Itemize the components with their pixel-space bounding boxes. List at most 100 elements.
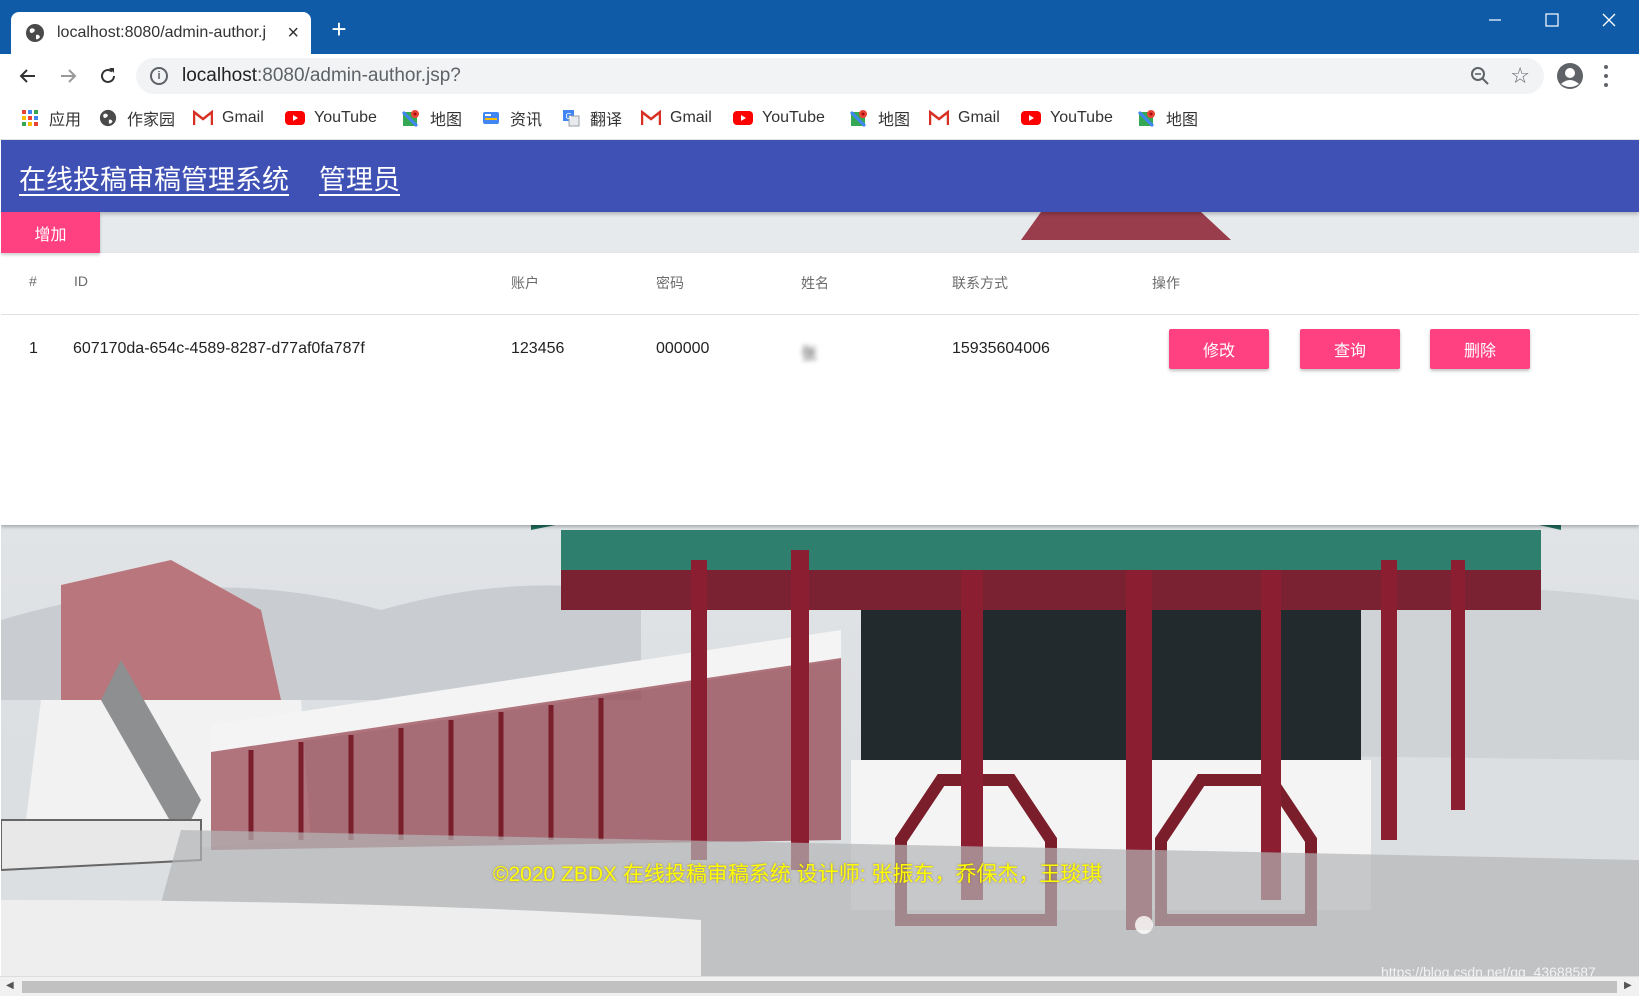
bookmark-apps[interactable]: 应用	[20, 98, 81, 138]
bookmark-maps[interactable]: 地图	[1137, 98, 1198, 138]
delete-button[interactable]: 删除	[1430, 329, 1530, 369]
browser-tab[interactable]: localhost:8080/admin-author.j ×	[11, 12, 311, 54]
app-header: 在线投稿审稿管理系统 管理员	[1, 140, 1639, 212]
translate-icon: G	[561, 108, 581, 128]
browser-titlebar: localhost:8080/admin-author.j × +	[0, 0, 1639, 54]
bookmark-news[interactable]: 资讯	[481, 98, 542, 138]
bookmark-label: 地图	[878, 112, 911, 129]
youtube-icon	[285, 108, 305, 128]
bookmark-label: 地图	[1166, 112, 1199, 129]
maximize-button[interactable]	[1524, 0, 1580, 40]
bookmark-label: 应用	[49, 112, 82, 129]
url-path: :8080/admin-author.jsp?	[257, 65, 461, 86]
close-window-button[interactable]	[1581, 0, 1637, 40]
close-icon	[1602, 13, 1616, 27]
page-viewport: 在线投稿审稿管理系统 管理员 增加 # ID 账户 密码 姓名 联系方式 操作 …	[1, 140, 1639, 976]
maximize-icon	[1545, 13, 1559, 27]
column-header-actions: 操作	[1152, 275, 1180, 291]
scrollbar-thumb[interactable]	[22, 981, 1617, 993]
news-icon	[481, 108, 501, 128]
column-header-contact: 联系方式	[952, 275, 1008, 291]
table-row: 1 607170da-654c-4589-8287-d77af0fa787f 1…	[1, 316, 1639, 382]
bookmark-label: YouTube	[762, 109, 825, 126]
cell-account: 123456	[511, 340, 565, 357]
gmail-icon	[929, 108, 949, 128]
zoom-icon[interactable]	[1470, 66, 1490, 86]
cell-name-redacted: 张	[801, 340, 849, 364]
bookmark-label: Gmail	[222, 109, 264, 126]
globe-icon	[98, 108, 118, 128]
forward-button[interactable]	[52, 60, 84, 92]
column-header-password: 密码	[656, 275, 684, 291]
maps-icon	[401, 108, 421, 128]
carousel-indicator-dot[interactable]	[1135, 916, 1153, 934]
bookmark-youtube[interactable]: YouTube	[285, 98, 377, 138]
bookmark-youtube[interactable]: YouTube	[733, 98, 825, 138]
system-title-link[interactable]: 在线投稿审稿管理系统	[19, 158, 289, 197]
back-button[interactable]	[12, 60, 44, 92]
apps-grid-icon	[20, 108, 40, 128]
bookmark-label: Gmail	[958, 109, 1000, 126]
cell-index: 1	[29, 340, 38, 357]
back-arrow-icon	[19, 69, 35, 83]
browser-menu-icon[interactable]	[1600, 63, 1612, 89]
bookmark-gmail[interactable]: Gmail	[193, 98, 264, 138]
scroll-left-arrow-icon[interactable]: ◀	[6, 980, 14, 991]
reload-button[interactable]	[92, 60, 124, 92]
profile-avatar-icon[interactable]	[1556, 62, 1584, 90]
bookmark-label: Gmail	[670, 109, 712, 126]
horizontal-scrollbar[interactable]: ◀ ▶	[0, 976, 1639, 996]
bookmark-gmail[interactable]: Gmail	[929, 98, 1000, 138]
tab-title: localhost:8080/admin-author.j	[57, 24, 267, 41]
tab-close-icon[interactable]: ×	[287, 23, 299, 43]
edit-button[interactable]: 修改	[1169, 329, 1269, 369]
url-text: localhost:8080/admin-author.jsp?	[182, 65, 461, 87]
column-header-id: ID	[74, 273, 88, 289]
bookmark-youtube[interactable]: YouTube	[1021, 98, 1113, 138]
cell-password: 000000	[656, 340, 710, 357]
bookmark-zuojiayuan[interactable]: 作家园	[98, 98, 175, 138]
gmail-icon	[641, 108, 661, 128]
admin-role-link[interactable]: 管理员	[319, 158, 400, 197]
scroll-right-arrow-icon[interactable]: ▶	[1624, 980, 1632, 991]
new-tab-button[interactable]: +	[326, 16, 352, 42]
column-header-account: 账户	[511, 275, 539, 291]
forward-arrow-icon	[61, 69, 77, 83]
svg-text:G: G	[566, 112, 572, 121]
cell-id: 607170da-654c-4589-8287-d77af0fa787f	[73, 340, 365, 357]
browser-toolbar: i localhost:8080/admin-author.jsp? ☆	[0, 54, 1639, 98]
url-host: localhost	[182, 65, 257, 86]
bookmark-star-icon[interactable]: ☆	[1510, 63, 1530, 89]
bookmark-maps[interactable]: 地图	[849, 98, 910, 138]
maps-icon	[849, 108, 869, 128]
bookmark-label: 资讯	[510, 112, 543, 129]
bookmark-label: YouTube	[1050, 109, 1113, 126]
globe-icon	[26, 24, 44, 42]
query-button[interactable]: 查询	[1300, 329, 1400, 369]
bookmark-translate[interactable]: G 翻译	[561, 98, 622, 138]
bookmark-label: 作家园	[127, 112, 176, 129]
bookmark-gmail[interactable]: Gmail	[641, 98, 712, 138]
bookmarks-bar: 应用 作家园 Gmail YouTube 地图 资讯 G 翻译 Gmail You…	[0, 98, 1639, 140]
bookmark-label: 地图	[430, 112, 463, 129]
address-bar[interactable]: i localhost:8080/admin-author.jsp? ☆	[136, 58, 1544, 94]
bookmark-label: YouTube	[314, 109, 377, 126]
gmail-icon	[193, 108, 213, 128]
column-header-name: 姓名	[801, 275, 829, 291]
minimize-button[interactable]	[1467, 0, 1523, 40]
minimize-icon	[1489, 19, 1501, 21]
column-header-index: #	[29, 273, 37, 289]
bookmark-label: 翻译	[590, 112, 623, 129]
add-button[interactable]: 增加	[1, 212, 100, 253]
youtube-icon	[733, 108, 753, 128]
table-header: # ID 账户 密码 姓名 联系方式 操作	[1, 253, 1639, 315]
maps-icon	[1137, 108, 1157, 128]
footer-copyright: ©2020 ZBDX 在线投稿审稿系统 设计师: 张振东，乔保杰，王琰琪	[493, 863, 1103, 886]
site-info-icon[interactable]: i	[150, 67, 168, 85]
cell-contact: 15935604006	[952, 340, 1050, 357]
youtube-icon	[1021, 108, 1041, 128]
author-table: # ID 账户 密码 姓名 联系方式 操作 1 607170da-654c-45…	[1, 253, 1639, 525]
bookmark-maps[interactable]: 地图	[401, 98, 462, 138]
reload-icon	[101, 68, 115, 83]
cell-name: 张	[801, 346, 818, 363]
